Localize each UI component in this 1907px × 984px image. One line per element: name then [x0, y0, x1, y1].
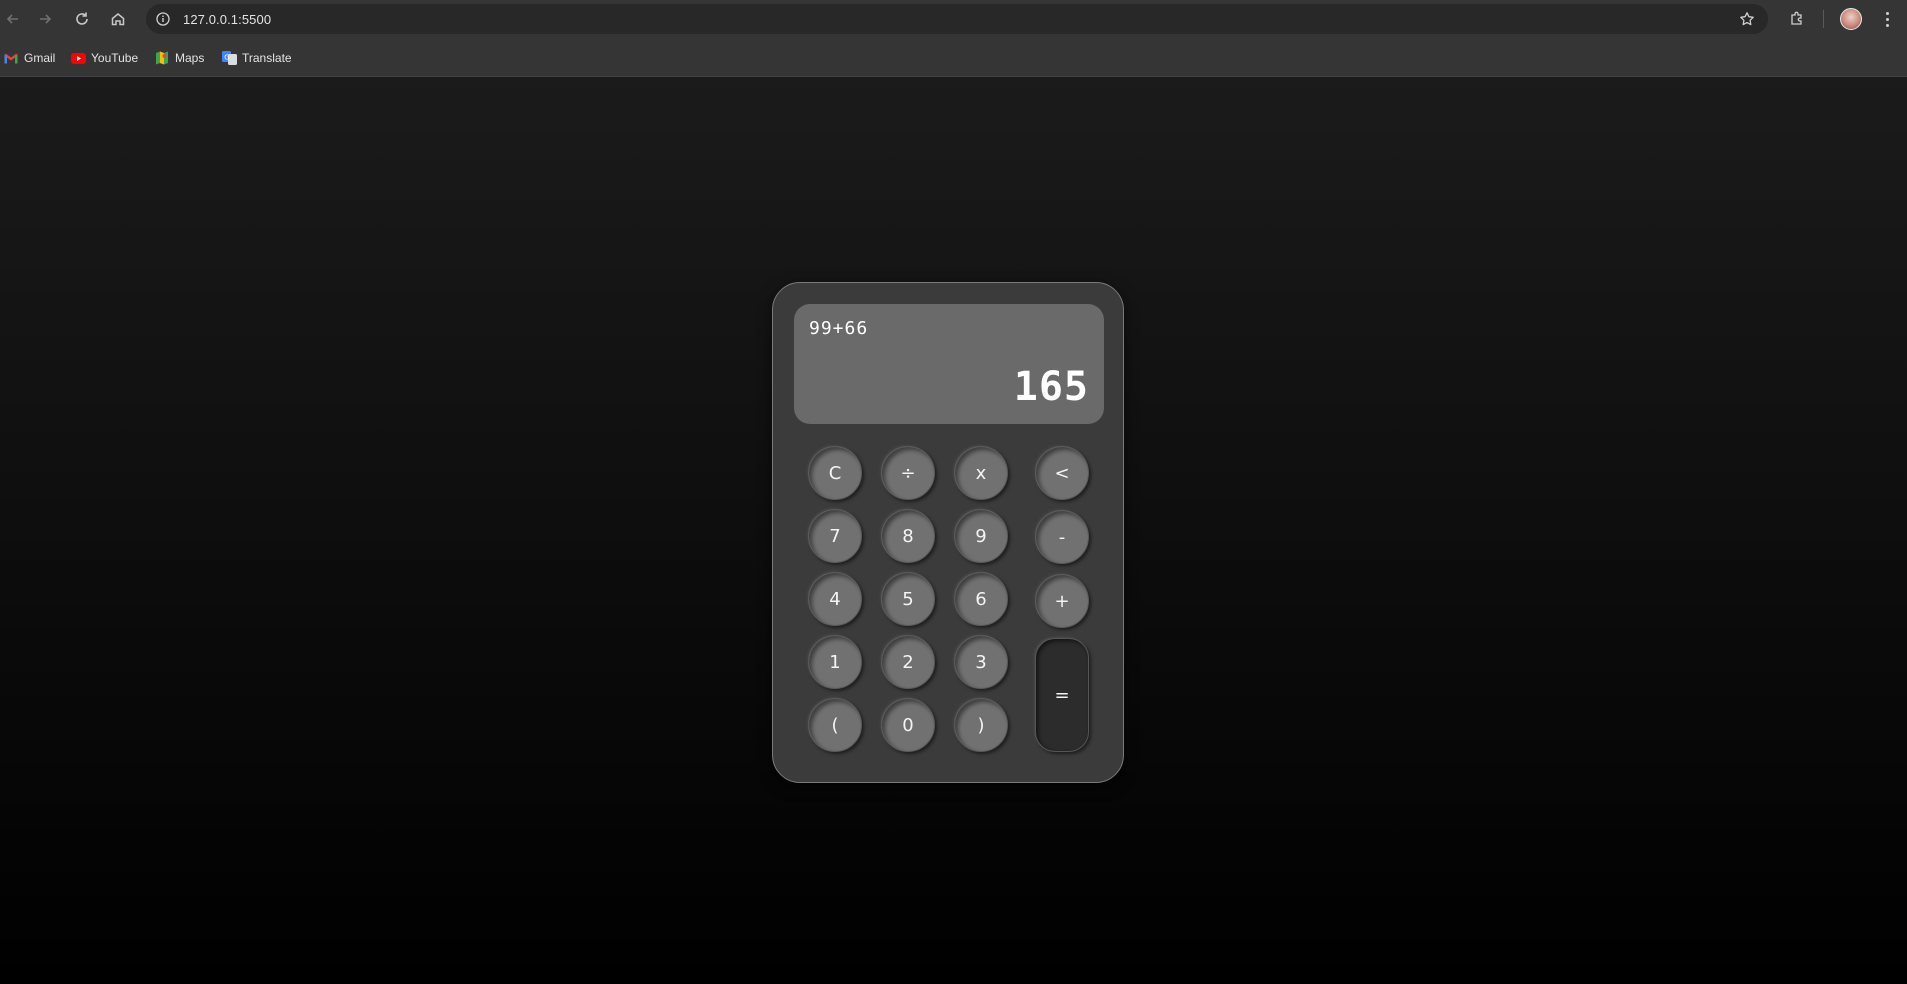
- digit-3-button[interactable]: 3: [954, 635, 1008, 689]
- profile-avatar[interactable]: [1840, 8, 1862, 30]
- open-paren-button[interactable]: (: [808, 698, 862, 752]
- digit-7-button[interactable]: 7: [808, 509, 862, 563]
- back-icon[interactable]: [0, 6, 26, 32]
- digit-9-button[interactable]: 9: [954, 509, 1008, 563]
- equals-button[interactable]: =: [1035, 638, 1089, 752]
- bookmark-maps[interactable]: Maps: [154, 47, 204, 69]
- divide-button[interactable]: ÷: [881, 446, 935, 500]
- bookmark-youtube[interactable]: YouTube: [70, 47, 138, 69]
- site-info-icon[interactable]: [152, 8, 174, 30]
- browser-menu-icon[interactable]: [1874, 6, 1900, 32]
- extensions-icon[interactable]: [1784, 6, 1810, 32]
- clear-button[interactable]: C: [808, 446, 862, 500]
- close-paren-button[interactable]: ): [954, 698, 1008, 752]
- toolbar-divider: [1823, 10, 1824, 28]
- plus-button[interactable]: +: [1035, 574, 1089, 628]
- page-background: 99+66 165 C ÷ x < 7 8 9 - 4 5 6 + 1 2 3 …: [0, 77, 1907, 984]
- bookmark-label: Maps: [175, 51, 205, 65]
- home-icon[interactable]: [105, 6, 131, 32]
- digit-0-button[interactable]: 0: [881, 698, 935, 752]
- url-text[interactable]: 127.0.0.1:5500: [183, 12, 271, 27]
- digit-2-button[interactable]: 2: [881, 635, 935, 689]
- bookmark-label: YouTube: [91, 51, 139, 65]
- digit-5-button[interactable]: 5: [881, 572, 935, 626]
- digit-6-button[interactable]: 6: [954, 572, 1008, 626]
- svg-text:G: G: [224, 54, 229, 62]
- minus-button[interactable]: -: [1035, 510, 1089, 564]
- translate-icon: G: [221, 50, 237, 66]
- expression-text: 99+66: [809, 318, 869, 339]
- reload-icon[interactable]: [69, 6, 95, 32]
- calculator-display: 99+66 165: [794, 304, 1104, 424]
- bookmark-translate[interactable]: G Translate: [221, 47, 292, 69]
- browser-toolbar: 127.0.0.1:5500: [0, 0, 1907, 38]
- forward-icon[interactable]: [32, 6, 58, 32]
- bookmark-star-icon[interactable]: [1736, 8, 1758, 30]
- bookmark-label: Translate: [242, 51, 292, 65]
- bookmarks-bar: Gmail YouTube Maps G Translate: [0, 38, 1907, 77]
- address-bar[interactable]: 127.0.0.1:5500: [146, 4, 1768, 34]
- bookmark-label: Gmail: [24, 51, 56, 65]
- digit-8-button[interactable]: 8: [881, 509, 935, 563]
- digit-1-button[interactable]: 1: [808, 635, 862, 689]
- result-text: 165: [1013, 364, 1089, 410]
- calculator: 99+66 165 C ÷ x < 7 8 9 - 4 5 6 + 1 2 3 …: [772, 282, 1124, 783]
- maps-icon: [154, 50, 170, 66]
- gmail-icon: [3, 50, 19, 66]
- bookmark-gmail[interactable]: Gmail: [3, 47, 55, 69]
- youtube-icon: [70, 50, 86, 66]
- digit-4-button[interactable]: 4: [808, 572, 862, 626]
- backspace-button[interactable]: <: [1035, 446, 1089, 500]
- multiply-button[interactable]: x: [954, 446, 1008, 500]
